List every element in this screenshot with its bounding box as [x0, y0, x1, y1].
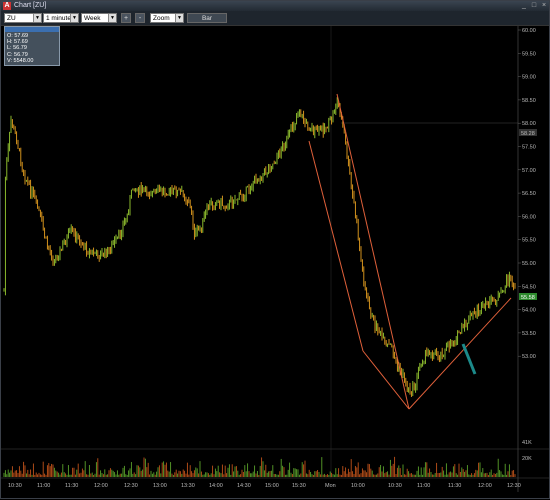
price-tick-label: 55.00 — [522, 261, 536, 267]
last-price-tag: 55.58 — [521, 295, 535, 301]
time-tick-label: 10:00 — [351, 483, 365, 489]
chart-background — [1, 26, 518, 492]
time-tick-label: 11:30 — [65, 483, 78, 489]
price-tick-label: 57.00 — [522, 168, 536, 174]
time-tick-label: 12:30 — [507, 483, 521, 489]
volume-tick-label: 41K — [522, 440, 532, 446]
price-tick-label: 53.00 — [522, 354, 536, 360]
time-tick-label: 10:30 — [8, 483, 22, 489]
ohlc-header — [5, 27, 59, 32]
time-tick-label: 14:30 — [237, 483, 251, 489]
price-tick-label: 56.00 — [522, 214, 536, 220]
price-tick-label: 58.00 — [522, 121, 536, 127]
ohlc-volume: V: 5548.00 — [7, 57, 34, 64]
crosshair-price-tag: 58.28 — [521, 131, 535, 137]
price-tick-label: 53.50 — [522, 331, 536, 337]
time-tick-label: 13:30 — [181, 483, 195, 489]
volume-axis: 41K 20K — [522, 440, 532, 462]
chart-window: A Chart [ZU] _ □ × ZU ▼ 1 minute ▼ Week … — [0, 0, 550, 499]
time-tick-label: 12:00 — [478, 483, 492, 489]
time-tick-label: 11:30 — [448, 483, 461, 489]
price-tick-label: 56.50 — [522, 191, 536, 197]
time-tick-label: 11:00 — [417, 483, 430, 489]
time-tick-label: 15:00 — [265, 483, 279, 489]
price-tick-label: 60.00 — [522, 28, 536, 34]
time-tick-label: 12:00 — [94, 483, 108, 489]
price-tick-label: 54.50 — [522, 284, 536, 290]
time-tick-label: 10:30 — [388, 483, 402, 489]
price-tick-label: 54.00 — [522, 308, 536, 314]
ohlc-info-box: O: 57.69 H: 57.69 L: 56.79 C: 56.79 V: 5… — [4, 26, 60, 66]
price-tick-label: 55.50 — [522, 238, 536, 244]
volume-tick-label: 20K — [522, 456, 532, 462]
time-tick-label: 11:00 — [37, 483, 50, 489]
price-tick-label: 59.50 — [522, 51, 536, 57]
time-tick-label: Mon — [325, 483, 336, 489]
time-tick-label: 12:30 — [124, 483, 138, 489]
time-tick-label: 15:30 — [292, 483, 306, 489]
price-tick-label: 57.50 — [522, 145, 536, 151]
time-tick-label: 13:00 — [153, 483, 167, 489]
price-axis: 60.00 59.50 59.00 58.50 58.00 57.50 57.00 56.50… — [518, 28, 536, 360]
time-tick-label: 14:00 — [209, 483, 223, 489]
price-tick-label: 59.00 — [522, 75, 536, 81]
price-tick-label: 58.50 — [522, 98, 536, 104]
price-chart[interactable]: 60.00 59.50 59.00 58.50 58.00 57.50 57.00 56.50… — [1, 1, 550, 500]
